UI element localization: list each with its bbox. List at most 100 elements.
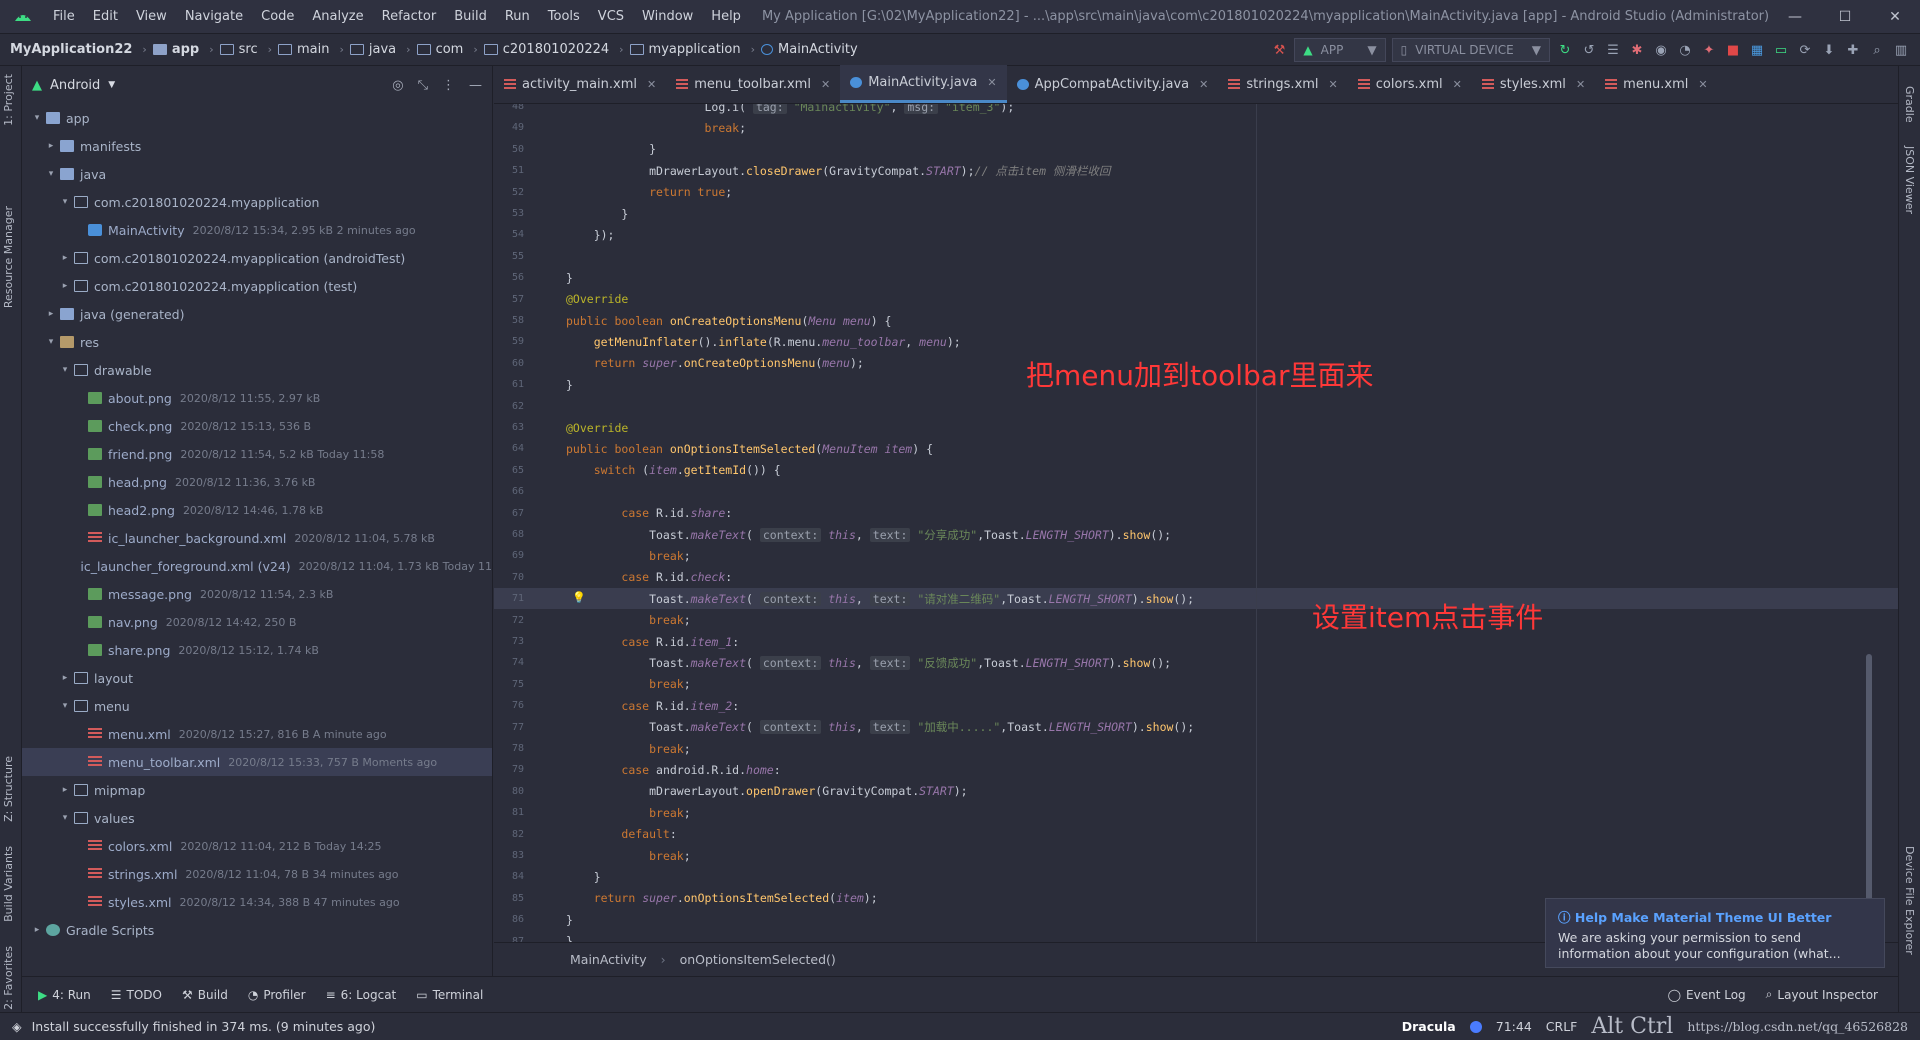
expand-arrow-icon[interactable]: ▸ [44,309,58,319]
expand-arrow-icon[interactable]: ▸ [58,281,72,291]
expand-arrow-icon[interactable]: ▸ [58,253,72,263]
event-log-button[interactable]: ◯ Event Log [1668,987,1746,1002]
tree-row[interactable]: colors.xml 2020/8/12 11:04, 212 B Today 1… [22,832,492,860]
code-line[interactable]: 49 break; [494,117,1898,138]
code-line[interactable]: 84 } [494,866,1898,887]
attach-debugger-icon[interactable]: ✦ [1700,41,1718,59]
expand-arrow-icon[interactable]: ▾ [58,365,72,375]
breadcrumb-item[interactable]: java [349,42,396,57]
tree-row[interactable]: ▸ Gradle Scripts [22,916,492,944]
tree-row[interactable]: message.png 2020/8/12 11:54, 2.3 kB [22,580,492,608]
minimize-button[interactable]: — [1770,0,1820,34]
tab-project[interactable]: 1: Project [2,74,15,126]
code-line[interactable]: 50 } [494,139,1898,160]
todo-tool-button[interactable]: ☰ TODO [111,988,162,1002]
tab-styles-xml[interactable]: styles.xml ✕ [1472,65,1595,103]
tab-colors-xml[interactable]: colors.xml ✕ [1348,65,1472,103]
breadcrumb-item[interactable]: myapplication [629,42,741,57]
coverage-icon[interactable]: ◉ [1652,41,1670,59]
breadcrumb-item[interactable]: app [152,42,199,57]
theme-label[interactable]: Dracula [1402,1019,1456,1034]
collapse-all-icon[interactable]: ⤡ [418,78,428,93]
chevron-down-icon[interactable]: ▼ [108,80,115,90]
code-line[interactable]: 79 case android.R.id.home: [494,759,1898,780]
menu-build[interactable]: Build [445,0,496,34]
logcat-tool-button[interactable]: ≡ 6: Logcat [326,988,397,1002]
tab-menu-xml[interactable]: menu.xml ✕ [1595,65,1717,103]
profile-icon[interactable]: ◔ [1676,41,1694,59]
breadcrumb-class[interactable]: MainActivity [570,952,647,967]
tree-row[interactable]: ▾ com.c201801020224.myapplication [22,188,492,216]
tree-row[interactable]: ▾ res [22,328,492,356]
expand-arrow-icon[interactable]: ▸ [44,141,58,151]
expand-arrow-icon[interactable]: ▾ [58,813,72,823]
breadcrumb-method[interactable]: onOptionsItemSelected() [680,952,836,967]
debug-icon[interactable]: ✱ [1628,41,1646,59]
menu-edit[interactable]: Edit [84,0,127,34]
close-tab-icon[interactable]: ✕ [1199,78,1208,91]
tree-row[interactable]: ic_launcher_background.xml 2020/8/12 11:0… [22,524,492,552]
tab-gradle[interactable]: Gradle [1903,86,1916,123]
code-line[interactable]: 58 public boolean onCreateOptionsMenu(Men… [494,310,1898,331]
tab-appcompatactivity-java[interactable]: AppCompatActivity.java ✕ [1007,65,1219,103]
tab-structure[interactable]: Z: Structure [2,756,15,822]
project-structure-icon[interactable]: ▦ [1748,41,1766,59]
breadcrumb-item[interactable]: main [278,42,330,57]
tab-menu-toolbar-xml[interactable]: menu_toolbar.xml ✕ [666,65,840,103]
code-line[interactable]: 54 }); [494,224,1898,245]
project-view-select[interactable]: Android [50,78,100,93]
code-line[interactable]: 55 [494,246,1898,267]
expand-arrow-icon[interactable]: ▸ [30,925,44,935]
close-button[interactable]: ✕ [1870,0,1920,34]
code-line[interactable]: 80 mDrawerLayout.openDrawer(GravityCompa… [494,781,1898,802]
close-tab-icon[interactable]: ✕ [987,76,996,89]
code-line[interactable]: 76 case R.id.item_2: [494,695,1898,716]
code-line[interactable]: 74 Toast.makeText( context: this, text: … [494,652,1898,673]
tree-row[interactable]: ic_launcher_foreground.xml (v24) 2020/8/1… [22,552,492,580]
menu-window[interactable]: Window [633,0,702,34]
expand-arrow-icon[interactable]: ▾ [58,701,72,711]
tree-row[interactable]: head.png 2020/8/12 11:36, 3.76 kB [22,468,492,496]
code-line[interactable]: 72 break; [494,610,1898,631]
menu-code[interactable]: Code [252,0,303,34]
code-line[interactable]: 67 case R.id.share: [494,503,1898,524]
sdk-manager-icon[interactable]: ⬇ [1820,41,1838,59]
code-line[interactable]: 69 break; [494,545,1898,566]
code-line[interactable]: 64 public boolean onOptionsItemSelected(M… [494,438,1898,459]
tree-row[interactable]: ▸ com.c201801020224.myapplication (test) [22,272,492,300]
expand-arrow-icon[interactable]: ▾ [44,169,58,179]
expand-arrow-icon[interactable]: ▸ [58,673,72,683]
tree-row[interactable]: ▸ com.c201801020224.myapplication (androi… [22,244,492,272]
tree-row[interactable]: ▸ mipmap [22,776,492,804]
tab-strings-xml[interactable]: strings.xml ✕ [1218,65,1347,103]
tab-mainactivity-java[interactable]: MainActivity.java ✕ [840,65,1007,103]
code-line[interactable]: 78 break; [494,738,1898,759]
code-line[interactable]: 82 default: [494,824,1898,845]
menu-tools[interactable]: Tools [539,0,589,34]
menu-file[interactable]: File [44,0,84,34]
code-line[interactable]: 51 mDrawerLayout.closeDrawer(GravityComp… [494,160,1898,181]
tree-row[interactable]: ▾ drawable [22,356,492,384]
code-line[interactable]: 66 [494,481,1898,502]
notification-popup[interactable]: ⓘ Help Make Material Theme UI Better We … [1545,898,1885,968]
line-separator[interactable]: CRLF [1546,1019,1578,1034]
tree-row[interactable]: ▸ layout [22,664,492,692]
close-tab-icon[interactable]: ✕ [1329,78,1338,91]
code-line[interactable]: 83 break; [494,845,1898,866]
expand-arrow-icon[interactable]: ▾ [30,113,44,123]
status-message[interactable]: Install successfully finished in 374 ms.… [32,1019,376,1034]
code-line[interactable]: 81 break; [494,802,1898,823]
menu-run[interactable]: Run [496,0,539,34]
code-line[interactable]: 68 Toast.makeText( context: this, text: … [494,524,1898,545]
code-line[interactable]: 73 case R.id.item_1: [494,631,1898,652]
build-tool-button[interactable]: ⚒ Build [182,988,228,1002]
close-tab-icon[interactable]: ✕ [1453,78,1462,91]
search-icon[interactable]: ⌕ [1868,41,1886,59]
breadcrumb-item[interactable]: c201801020224 [483,42,609,57]
tree-row[interactable]: ▾ app [22,104,492,132]
sidebar-toggle-icon[interactable]: ▥ [1892,41,1910,59]
code-line[interactable]: 52 return true; [494,182,1898,203]
run-config-select[interactable]: ▲ APP ▼ [1294,38,1386,62]
locate-icon[interactable]: ◎ [392,78,403,93]
tree-row[interactable]: ▾ java [22,160,492,188]
